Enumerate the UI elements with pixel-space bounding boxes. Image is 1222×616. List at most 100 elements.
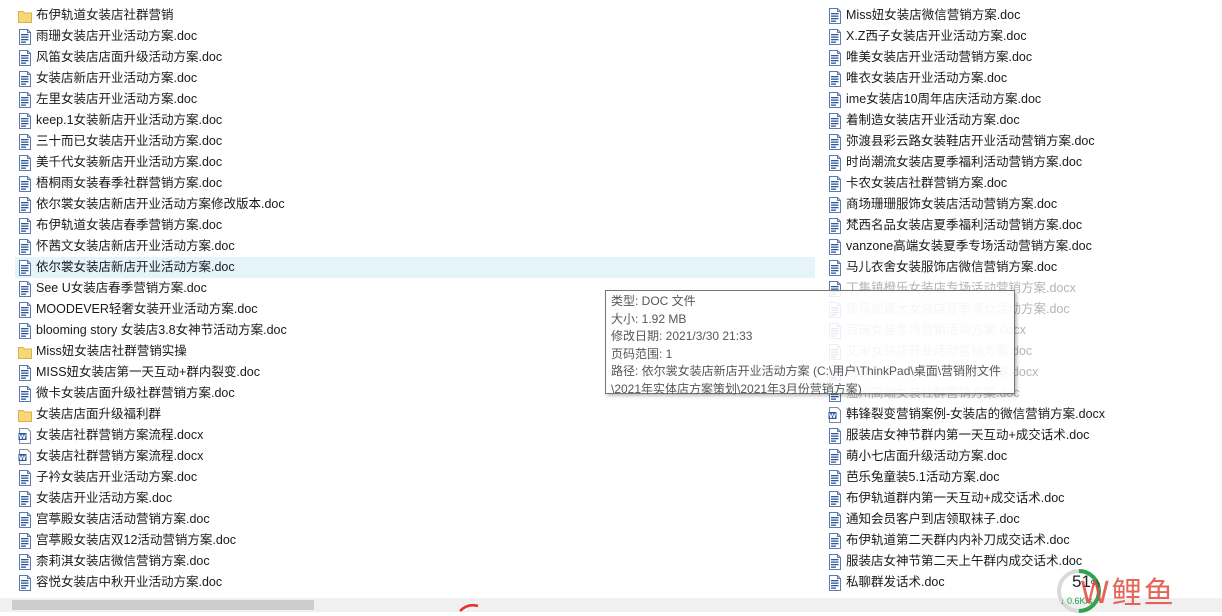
folder-item[interactable]: 女装店店面升级福利群 xyxy=(15,404,815,425)
word-doc-icon xyxy=(18,490,32,507)
file-item[interactable]: W 韩锋裂变营销案例-女装店的微信营销方案.docx xyxy=(825,404,1215,425)
file-item[interactable]: 梧桐雨女装春季社群营销方案.doc xyxy=(15,173,815,194)
word-doc-icon xyxy=(18,133,32,150)
file-item[interactable]: 萌小七店面升级活动方案.doc xyxy=(825,446,1215,467)
file-item[interactable]: 宫葶殿女装店活动营销方案.doc xyxy=(15,509,815,530)
word-doc-icon xyxy=(828,574,842,591)
file-item[interactable]: 时尚潮流女装店夏季福利活动营销方案.doc xyxy=(825,152,1215,173)
tooltip-modified: 修改日期: 2021/3/30 21:33 xyxy=(611,329,753,343)
file-item[interactable]: 宫葶殿女装店双12活动营销方案.doc xyxy=(15,530,815,551)
file-item[interactable]: W 女装店社群营销方案流程.docx xyxy=(15,446,815,467)
file-name: See U女装店春季营销方案.doc xyxy=(36,281,207,295)
file-name: 唯衣女装店开业活动方案.doc xyxy=(846,71,1008,85)
word-doc-icon xyxy=(18,574,32,591)
word-doc-icon xyxy=(828,259,842,276)
file-item[interactable]: 卡农女装店社群营销方案.doc xyxy=(825,173,1215,194)
horizontal-scrollbar[interactable] xyxy=(0,598,1222,612)
file-name: 商场珊珊服饰女装店活动营销方案.doc xyxy=(846,197,1058,211)
file-name: 美千代女装新店开业活动方案.doc xyxy=(36,155,223,169)
file-item[interactable]: 女装店开业活动方案.doc xyxy=(15,488,815,509)
file-name: 女装店店面升级福利群 xyxy=(36,407,162,421)
file-item[interactable]: 布伊轨道女装店春季营销方案.doc xyxy=(15,215,815,236)
file-item[interactable]: 布伊轨道第二天群内内补刀成交话术.doc xyxy=(825,530,1215,551)
word-doc-icon xyxy=(828,7,842,24)
file-name: 芭乐兔童装5.1活动方案.doc xyxy=(846,470,1000,484)
file-name: 柰莉淇女装店微信营销方案.doc xyxy=(36,554,210,568)
file-name: 着制造女装店开业活动方案.doc xyxy=(846,113,1020,127)
file-name: blooming story 女装店3.8女神节活动方案.doc xyxy=(36,323,287,337)
tooltip-type: 类型: DOC 文件 xyxy=(611,294,696,308)
file-name: 布伊轨道女装店春季营销方案.doc xyxy=(36,218,223,232)
file-item[interactable]: 三十而已女装店开业活动方案.doc xyxy=(15,131,815,152)
word-doc-icon xyxy=(18,553,32,570)
file-item[interactable]: 雨珊女装店开业活动方案.doc xyxy=(15,26,815,47)
folder-item[interactable]: 布伊轨道女装店社群营销 xyxy=(15,5,815,26)
file-item[interactable]: 怀茜文女装店新店开业活动方案.doc xyxy=(15,236,815,257)
file-item[interactable]: 着制造女装店开业活动方案.doc xyxy=(825,110,1215,131)
tooltip-path-cont: \2021年实体店方案策划\2021年3月份营销方案) xyxy=(611,381,862,396)
word-docx-icon: W xyxy=(18,427,32,444)
file-item[interactable]: 依尔裳女装店新店开业活动方案修改版本.doc xyxy=(15,194,815,215)
file-name: 女装店新店开业活动方案.doc xyxy=(36,71,198,85)
word-docx-icon: W xyxy=(828,406,842,423)
file-name: 韩锋裂变营销案例-女装店的微信营销方案.docx xyxy=(846,407,1106,421)
file-item[interactable]: 风笛女装店店面升级活动方案.doc xyxy=(15,47,815,68)
file-item[interactable]: 服装店女神节群内第一天互动+成交话术.doc xyxy=(825,425,1215,446)
file-item[interactable]: 布伊轨道群内第一天互动+成交话术.doc xyxy=(825,488,1215,509)
scrollbar-thumb[interactable] xyxy=(12,600,314,610)
file-name: 风笛女装店店面升级活动方案.doc xyxy=(36,50,223,64)
word-doc-icon xyxy=(18,217,32,234)
word-doc-icon xyxy=(828,427,842,444)
file-item[interactable]: vanzone高端女装夏季专场活动营销方案.doc xyxy=(825,236,1215,257)
word-doc-icon xyxy=(828,448,842,465)
file-name: 布伊轨道第二天群内内补刀成交话术.doc xyxy=(846,533,1070,547)
file-item[interactable]: 女装店新店开业活动方案.doc xyxy=(15,68,815,89)
file-item[interactable]: ime女装店10周年店庆活动方案.doc xyxy=(825,89,1215,110)
file-name: 马儿衣舍女装服饰店微信营销方案.doc xyxy=(846,260,1058,274)
file-name: 时尚潮流女装店夏季福利活动营销方案.doc xyxy=(846,155,1083,169)
word-doc-icon xyxy=(828,91,842,108)
word-doc-icon xyxy=(18,28,32,45)
file-item[interactable]: 左里女装店开业活动方案.doc xyxy=(15,89,815,110)
word-doc-icon xyxy=(828,49,842,66)
svg-text:W: W xyxy=(19,432,26,440)
file-item[interactable]: 美千代女装新店开业活动方案.doc xyxy=(15,152,815,173)
file-item[interactable]: 唯美女装店开业活动营销方案.doc xyxy=(825,47,1215,68)
tooltip-path: 路径: 依尔裳女装店新店开业活动方案 (C:\用户\ThinkPad\桌面\营销… xyxy=(611,364,1002,378)
file-item[interactable]: 马儿衣舍女装服饰店微信营销方案.doc xyxy=(825,257,1215,278)
file-name: 弥渡县彩云路女装鞋店开业活动营销方案.doc xyxy=(846,134,1095,148)
word-doc-icon xyxy=(18,301,32,318)
file-item[interactable]: 依尔裳女装店新店开业活动方案.doc xyxy=(15,257,815,278)
word-doc-icon xyxy=(828,217,842,234)
file-item[interactable]: keep.1女装新店开业活动方案.doc xyxy=(15,110,815,131)
file-item[interactable]: 唯衣女装店开业活动方案.doc xyxy=(825,68,1215,89)
word-doc-icon xyxy=(18,112,32,129)
file-name: 女装店开业活动方案.doc xyxy=(36,491,173,505)
file-item[interactable]: 柰莉淇女装店微信营销方案.doc xyxy=(15,551,815,572)
word-doc-icon xyxy=(18,196,32,213)
file-name: MOODEVER轻奢女装开业活动方案.doc xyxy=(36,302,258,316)
file-name: 萌小七店面升级活动方案.doc xyxy=(846,449,1008,463)
word-doc-icon xyxy=(18,280,32,297)
file-item[interactable]: 芭乐兔童装5.1活动方案.doc xyxy=(825,467,1215,488)
file-name: 梧桐雨女装春季社群营销方案.doc xyxy=(36,176,223,190)
word-doc-icon xyxy=(18,469,32,486)
file-item[interactable]: 梵西名品女装店夏季福利活动营销方案.doc xyxy=(825,215,1215,236)
file-item[interactable]: 通知会员客户到店领取袜子.doc xyxy=(825,509,1215,530)
red-arrow-mark xyxy=(459,603,479,612)
word-doc-icon xyxy=(18,364,32,381)
file-item[interactable]: Miss妞女装店微信营销方案.doc xyxy=(825,5,1215,26)
file-item[interactable]: 商场珊珊服饰女装店活动营销方案.doc xyxy=(825,194,1215,215)
word-doc-icon xyxy=(18,259,32,276)
file-name: 通知会员客户到店领取袜子.doc xyxy=(846,512,1020,526)
file-item[interactable]: 子衿女装店开业活动方案.doc xyxy=(15,467,815,488)
file-name: 服装店女神节群内第一天互动+成交话术.doc xyxy=(846,428,1090,442)
file-item[interactable]: X.Z西子女装店开业活动方案.doc xyxy=(825,26,1215,47)
file-name: vanzone高端女装夏季专场活动营销方案.doc xyxy=(846,239,1092,253)
file-item[interactable]: 弥渡县彩云路女装鞋店开业活动营销方案.doc xyxy=(825,131,1215,152)
file-item[interactable]: 容悦女装店中秋开业活动方案.doc xyxy=(15,572,815,593)
word-doc-icon xyxy=(828,196,842,213)
word-docx-icon: W xyxy=(18,448,32,465)
file-item[interactable]: W 女装店社群营销方案流程.docx xyxy=(15,425,815,446)
file-name: 女装店社群营销方案流程.docx xyxy=(36,449,204,463)
